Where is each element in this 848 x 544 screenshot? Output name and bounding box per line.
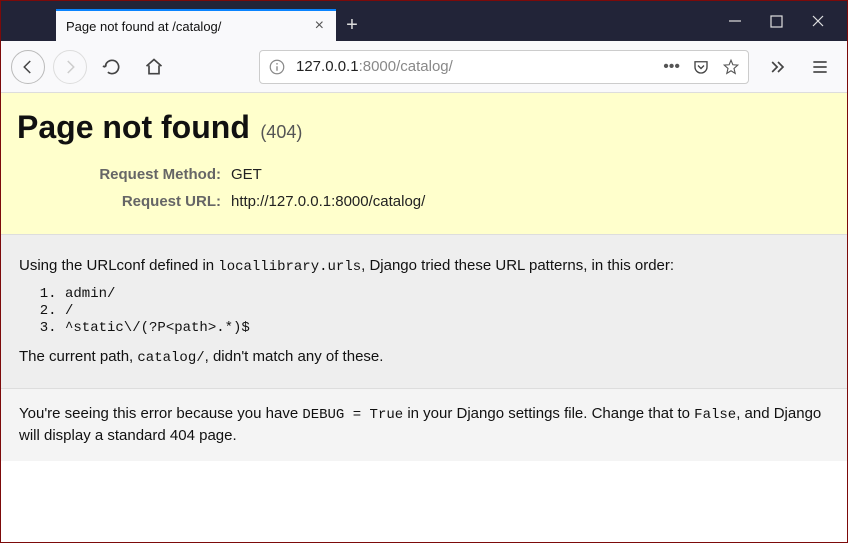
minimize-icon[interactable] bbox=[728, 14, 742, 28]
new-tab-button[interactable]: + bbox=[336, 9, 368, 41]
request-url-value: http://127.0.0.1:8000/catalog/ bbox=[231, 189, 433, 214]
tab-title: Page not found at /catalog/ bbox=[66, 19, 313, 34]
window-controls bbox=[706, 1, 847, 41]
page-content: Page not found (404) Request Method: GET… bbox=[1, 93, 847, 544]
tab-bar: Page not found at /catalog/ × + bbox=[1, 1, 847, 41]
info-icon[interactable] bbox=[268, 58, 286, 76]
list-item: / bbox=[65, 303, 829, 319]
back-button[interactable] bbox=[11, 50, 45, 84]
url-text: 127.0.0.1:8000/catalog/ bbox=[296, 58, 653, 75]
browser-tab[interactable]: Page not found at /catalog/ × bbox=[56, 9, 336, 41]
urlconf-module: locallibrary.urls bbox=[218, 259, 361, 275]
home-button[interactable] bbox=[137, 50, 171, 84]
forward-button bbox=[53, 50, 87, 84]
list-item: ^static\/(?P<path>.*)$ bbox=[65, 320, 829, 336]
url-pattern-list: admin/ / ^static\/(?P<path>.*)$ bbox=[65, 286, 829, 336]
close-tab-icon[interactable]: × bbox=[313, 17, 326, 35]
status-code: (404) bbox=[260, 122, 302, 142]
table-row: Request URL: http://127.0.0.1:8000/catal… bbox=[19, 189, 433, 214]
more-dots-icon[interactable]: ••• bbox=[663, 58, 680, 76]
browser-toolbar: 127.0.0.1:8000/catalog/ ••• bbox=[1, 41, 847, 93]
hamburger-menu-icon[interactable] bbox=[803, 50, 837, 84]
maximize-icon[interactable] bbox=[770, 15, 783, 28]
current-path: catalog/ bbox=[137, 350, 204, 366]
overflow-chevrons-icon[interactable] bbox=[761, 50, 795, 84]
address-bar[interactable]: 127.0.0.1:8000/catalog/ ••• bbox=[259, 50, 749, 84]
request-method-value: GET bbox=[231, 162, 433, 187]
request-method-label: Request Method: bbox=[19, 162, 229, 187]
page-title: Page not found bbox=[17, 109, 250, 145]
debug-footer-note: You're seeing this error because you hav… bbox=[1, 388, 847, 461]
pocket-icon[interactable] bbox=[692, 58, 710, 76]
table-row: Request Method: GET bbox=[19, 162, 433, 187]
error-body: Using the URLconf defined in locallibrar… bbox=[1, 235, 847, 388]
request-url-label: Request URL: bbox=[19, 189, 229, 214]
error-header: Page not found (404) Request Method: GET… bbox=[1, 93, 847, 235]
list-item: admin/ bbox=[65, 286, 829, 302]
close-window-icon[interactable] bbox=[811, 14, 825, 28]
bookmark-star-icon[interactable] bbox=[722, 58, 740, 76]
reload-button[interactable] bbox=[95, 50, 129, 84]
